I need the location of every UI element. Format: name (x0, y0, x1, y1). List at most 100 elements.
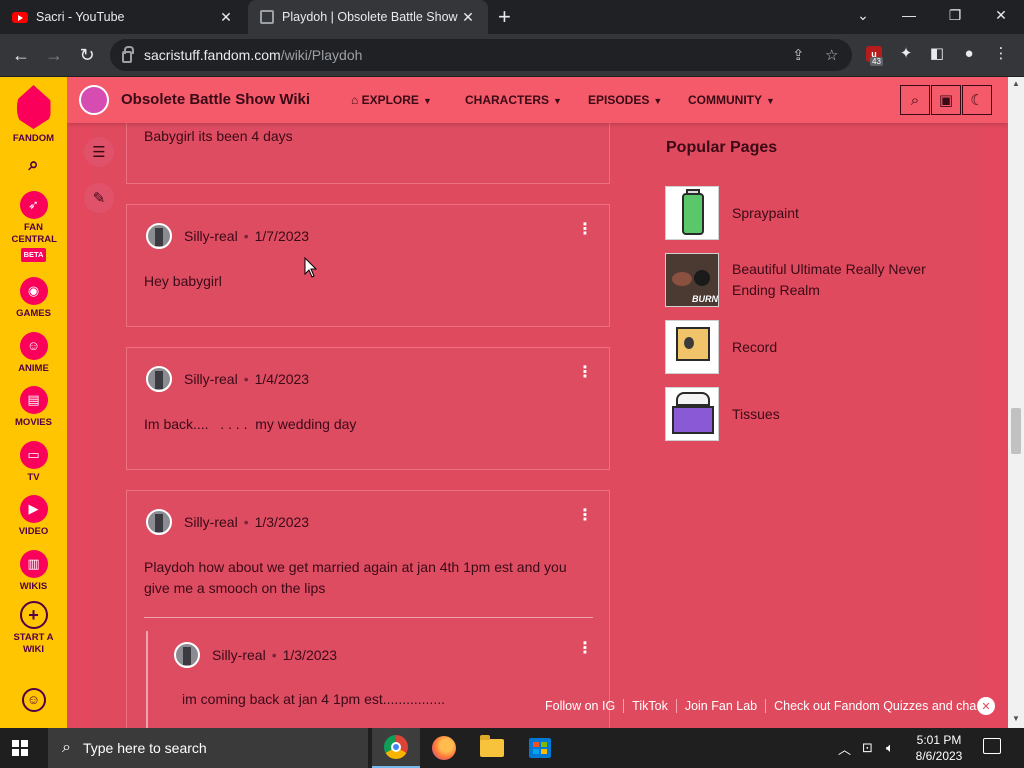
volume-icon[interactable]: 🔈︎ (886, 728, 894, 768)
comment-options-icon[interactable]: ⋮ (577, 508, 593, 524)
page-scrollbar[interactable] (1008, 77, 1024, 728)
popular-page-thumbnail[interactable]: BURN (665, 253, 719, 307)
follow-ig-link[interactable]: Follow on IG (537, 699, 623, 713)
table-of-contents-icon[interactable]: ☰ (84, 137, 114, 167)
profile-icon[interactable]: ● (959, 44, 979, 64)
popular-page-item[interactable]: Tissues (665, 387, 965, 441)
games-link[interactable]: ◉ GAMES (0, 277, 67, 320)
side-panel-icon[interactable]: ◧ (927, 44, 947, 64)
search-icon[interactable]: ⌕ (0, 155, 67, 173)
back-icon[interactable]: ← (10, 44, 32, 66)
browser-tab-bar: Sacri - YouTube ✕ Playdoh | Obsolete Bat… (0, 0, 1024, 34)
comment-author[interactable]: Silly-real (184, 228, 238, 244)
popular-page-item[interactable]: BURN Beautiful Ultimate Really Never End… (665, 253, 965, 307)
taskbar-firefox[interactable] (420, 728, 468, 768)
popular-page-thumbnail[interactable] (665, 186, 719, 240)
search-icon: ⌕ (62, 739, 71, 756)
popular-page-item[interactable]: Record (665, 320, 965, 374)
scroll-up-arrow-icon[interactable]: ▲ (1008, 77, 1024, 91)
nav-episodes[interactable]: EPISODES ▼ (588, 93, 662, 107)
comment-date[interactable]: 1/4/2023 (255, 371, 310, 387)
start-a-wiki-link[interactable]: + START A WIKI (0, 601, 67, 656)
anime-link[interactable]: ☺ ANIME (0, 332, 67, 375)
comment-date[interactable]: 1/3/2023 (255, 514, 310, 530)
extensions-puzzle-icon[interactable]: ✦ (896, 44, 916, 64)
video-link[interactable]: ▶ VIDEO (0, 495, 67, 538)
movies-link[interactable]: ▤ MOVIES (0, 386, 67, 429)
burn-figure-shape (694, 270, 710, 286)
comment-options-icon[interactable]: ⋮ (577, 222, 593, 238)
video-label: VIDEO (18, 526, 49, 537)
tab-playdoh[interactable]: Playdoh | Obsolete Battle Show W ✕ (248, 0, 488, 34)
avatar[interactable] (146, 223, 172, 249)
dark-mode-moon-icon[interactable]: ☾ (962, 85, 992, 115)
reload-icon[interactable]: ↻ (76, 44, 98, 66)
network-icon[interactable]: ⊡ (862, 728, 873, 768)
popular-page-label[interactable]: Spraypaint (732, 203, 799, 224)
popular-page-label[interactable]: Beautiful Ultimate Really Never Ending R… (732, 259, 965, 301)
restore-button[interactable]: ❐ (932, 0, 978, 30)
edit-pencil-icon[interactable]: ✎ (84, 183, 114, 213)
tab-search-button[interactable]: ⌄ (840, 0, 886, 30)
scroll-thumb[interactable] (1011, 408, 1021, 454)
nav-explore[interactable]: ⌂ EXPLORE ▼ (351, 93, 432, 107)
comment-author[interactable]: Silly-real (184, 371, 238, 387)
fandom-quizzes-link[interactable]: Check out Fandom Quizzes and cha (765, 699, 984, 713)
spraypaint-nozzle-shape (686, 189, 700, 195)
taskbar-chrome[interactable] (372, 728, 420, 768)
wiki-name[interactable]: Obsolete Battle Show Wiki (121, 91, 310, 108)
join-fan-lab-link[interactable]: Join Fan Lab (675, 699, 765, 713)
user-account-link[interactable]: ☺ (0, 688, 67, 715)
tab-youtube[interactable]: Sacri - YouTube ✕ (0, 0, 246, 34)
avatar[interactable] (146, 366, 172, 392)
beta-badge: BETA (20, 248, 47, 262)
close-tab-icon[interactable]: ✕ (460, 9, 476, 26)
taskbar-clock[interactable]: 5:01 PM 8/6/2023 (906, 732, 972, 764)
movies-label: MOVIES (15, 417, 52, 428)
discussions-icon[interactable]: ▣ (931, 85, 961, 115)
close-tab-icon[interactable]: ✕ (218, 9, 234, 26)
rocket-icon: ➶ (19, 191, 48, 219)
avatar[interactable] (146, 509, 172, 535)
scroll-down-arrow-icon[interactable]: ▼ (1008, 712, 1024, 726)
popular-page-item[interactable]: Spraypaint (665, 186, 965, 240)
nav-community[interactable]: COMMUNITY ▼ (688, 93, 775, 107)
tv-link[interactable]: ▭ TV (0, 441, 67, 484)
new-tab-button[interactable]: + (498, 6, 511, 28)
taskbar-file-explorer[interactable] (468, 728, 516, 768)
chevron-up-icon[interactable]: ︿ (838, 728, 851, 768)
close-window-button[interactable]: ✕ (978, 0, 1024, 30)
address-bar[interactable]: sacristuff.fandom.com/wiki/Playdoh ⇪ ☆ (110, 39, 852, 71)
tiktok-link[interactable]: TikTok (623, 699, 676, 713)
minimize-button[interactable]: — (886, 0, 932, 30)
comment-author[interactable]: Silly-real (184, 514, 238, 530)
avatar[interactable] (174, 642, 200, 668)
windows-start-icon[interactable] (12, 740, 28, 756)
popular-page-label[interactable]: Tissues (732, 404, 780, 425)
reply-options-icon[interactable]: ⋮ (577, 641, 593, 657)
bookmark-star-icon[interactable]: ☆ (825, 46, 838, 64)
share-icon[interactable]: ⇪ (792, 46, 805, 64)
popular-page-label[interactable]: Record (732, 337, 777, 358)
fandom-home-link[interactable]: FANDOM (0, 85, 67, 145)
gamepad-icon: ◉ (19, 277, 48, 305)
reply-date[interactable]: 1/3/2023 (283, 647, 338, 663)
taskbar-search-box[interactable]: ⌕ Type here to search (48, 728, 368, 768)
lock-icon[interactable] (122, 46, 134, 63)
comment-date[interactable]: 1/7/2023 (255, 228, 310, 244)
menu-kebab-icon[interactable]: ⋮ (991, 44, 1011, 64)
nav-explore-label: EXPLORE (361, 93, 419, 107)
taskbar-store[interactable] (516, 728, 564, 768)
nav-characters[interactable]: CHARACTERS ▼ (465, 93, 562, 107)
notification-icon[interactable] (983, 738, 1001, 754)
wiki-search-button[interactable]: ⌕ (900, 85, 930, 115)
popular-page-thumbnail[interactable] (665, 320, 719, 374)
forward-icon[interactable]: → (43, 44, 65, 66)
reply-author[interactable]: Silly-real (212, 647, 266, 663)
popular-page-thumbnail[interactable] (665, 387, 719, 441)
fan-central-link[interactable]: ➶ FAN CENTRAL BETA (0, 191, 67, 262)
wiki-logo[interactable] (79, 85, 109, 115)
comment-options-icon[interactable]: ⋮ (577, 365, 593, 381)
banner-close-icon[interactable]: ✕ (977, 697, 995, 715)
wikis-link[interactable]: ▥ WIKIS (0, 550, 67, 593)
